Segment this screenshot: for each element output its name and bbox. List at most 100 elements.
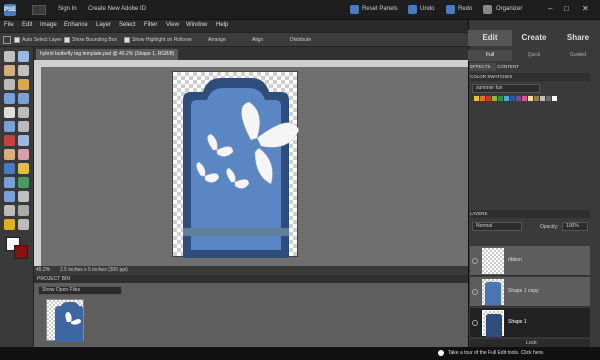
clone-stamp-tool-icon[interactable] bbox=[4, 149, 15, 160]
arrange-dropdown[interactable]: Arrange bbox=[208, 37, 226, 43]
menu-help[interactable]: Help bbox=[216, 22, 228, 28]
pencil-tool-icon[interactable] bbox=[18, 205, 29, 216]
document-canvas[interactable] bbox=[172, 71, 300, 258]
selection-brush-tool-icon[interactable] bbox=[18, 93, 29, 104]
marquee-tool-icon[interactable] bbox=[4, 79, 15, 90]
crop-tool-icon[interactable] bbox=[18, 107, 29, 118]
menu-window[interactable]: Window bbox=[186, 22, 207, 28]
project-bin: PROJECT BIN Show Open Files bbox=[34, 275, 468, 347]
redo-button[interactable]: Redo bbox=[458, 6, 472, 12]
color-swatch[interactable] bbox=[492, 96, 497, 101]
color-swatch[interactable] bbox=[498, 96, 503, 101]
document-tab[interactable]: hybrid butterfly tag template.psd @ 45.2… bbox=[36, 49, 179, 60]
sign-in-link[interactable]: Sign In bbox=[58, 6, 77, 12]
color-swatch[interactable] bbox=[528, 96, 533, 101]
color-swatch[interactable] bbox=[546, 96, 551, 101]
menu-image[interactable]: Image bbox=[40, 22, 57, 28]
open-file-thumbnail[interactable] bbox=[46, 299, 84, 342]
content-aware-move-tool-icon[interactable] bbox=[18, 219, 29, 230]
menu-view[interactable]: View bbox=[166, 22, 179, 28]
color-swatch[interactable] bbox=[540, 96, 545, 101]
cookie-cutter-tool-icon[interactable] bbox=[4, 121, 15, 132]
color-swatch[interactable] bbox=[474, 96, 479, 101]
blend-mode-dropdown[interactable]: Normal bbox=[472, 222, 522, 231]
move-tool-icon[interactable] bbox=[4, 51, 15, 62]
color-swatch[interactable] bbox=[480, 96, 485, 101]
color-swatch[interactable] bbox=[522, 96, 527, 101]
tab-effects[interactable]: EFFECTS bbox=[470, 63, 496, 71]
color-swatch[interactable] bbox=[504, 96, 509, 101]
color-swatch[interactable] bbox=[516, 96, 521, 101]
mode-tab-share[interactable]: Share bbox=[556, 30, 600, 46]
background-color-swatch[interactable] bbox=[14, 245, 28, 259]
menu-file[interactable]: File bbox=[4, 22, 14, 28]
paint-bucket-tool-icon[interactable] bbox=[4, 177, 15, 188]
eraser-tool-icon[interactable] bbox=[18, 149, 29, 160]
workspace-dropdown[interactable] bbox=[32, 5, 46, 15]
auto-select-checkbox[interactable] bbox=[14, 37, 20, 43]
organizer-icon[interactable] bbox=[483, 5, 492, 14]
close-icon[interactable]: ✕ bbox=[582, 4, 589, 13]
maximize-icon[interactable]: □ bbox=[564, 4, 569, 13]
color-swatch[interactable] bbox=[486, 96, 491, 101]
smart-brush-tool-icon[interactable] bbox=[18, 163, 29, 174]
reset-panels-button[interactable]: Reset Panels bbox=[362, 6, 398, 12]
lasso-tool-icon[interactable] bbox=[18, 79, 29, 90]
menu-enhance[interactable]: Enhance bbox=[64, 22, 88, 28]
undo-icon[interactable] bbox=[408, 5, 417, 14]
mode-tab-edit[interactable]: Edit bbox=[468, 30, 512, 46]
type-tool-icon[interactable] bbox=[4, 107, 15, 118]
undo-button[interactable]: Undo bbox=[420, 6, 434, 12]
distribute-dropdown[interactable]: Distribute bbox=[290, 37, 311, 43]
align-dropdown[interactable]: Align bbox=[252, 37, 263, 43]
project-bin-title: PROJECT BIN bbox=[34, 275, 468, 283]
lightbulb-icon bbox=[438, 350, 444, 356]
organizer-button[interactable]: Organizer bbox=[496, 6, 522, 12]
shape-tool-icon[interactable] bbox=[4, 191, 15, 202]
tab-content[interactable]: CONTENT bbox=[497, 63, 527, 71]
highlight-checkbox[interactable] bbox=[124, 37, 130, 43]
menu-edit[interactable]: Edit bbox=[22, 22, 32, 28]
visibility-eye-icon[interactable] bbox=[472, 258, 478, 264]
zoom-tool-icon[interactable] bbox=[18, 51, 29, 62]
brush-tool-icon[interactable] bbox=[4, 163, 15, 174]
create-adobe-id-link[interactable]: Create New Adobe ID bbox=[88, 6, 146, 12]
red-eye-tool-icon[interactable] bbox=[4, 135, 15, 146]
minimize-icon[interactable]: – bbox=[548, 4, 552, 13]
straighten-tool-icon[interactable] bbox=[18, 121, 29, 132]
layer-row-shape-1[interactable]: Shape 1 bbox=[470, 308, 590, 338]
color-swatch[interactable] bbox=[552, 96, 557, 101]
mode-tab-create[interactable]: Create bbox=[512, 30, 556, 46]
opacity-input[interactable]: 100% bbox=[562, 222, 588, 231]
menu-select[interactable]: Select bbox=[119, 22, 136, 28]
menu-filter[interactable]: Filter bbox=[144, 22, 157, 28]
tour-hint-link[interactable]: Take a tour of the Full Edit tools. Clic… bbox=[448, 350, 544, 356]
project-bin-selector[interactable]: Show Open Files bbox=[38, 286, 122, 295]
eyedropper-tool-icon[interactable] bbox=[18, 65, 29, 76]
magic-wand-tool-icon[interactable] bbox=[4, 93, 15, 104]
menu-layer[interactable]: Layer bbox=[96, 22, 111, 28]
color-swatch[interactable] bbox=[510, 96, 515, 101]
layer-thumbnail bbox=[482, 279, 504, 305]
hand-tool-icon[interactable] bbox=[4, 65, 15, 76]
visibility-eye-icon[interactable] bbox=[472, 289, 478, 295]
layer-row-ribbon[interactable]: ribbon bbox=[470, 246, 590, 276]
gradient-tool-icon[interactable] bbox=[18, 177, 29, 188]
submode-guided[interactable]: Guided bbox=[556, 50, 600, 61]
zoom-level[interactable]: 45.2% bbox=[36, 267, 50, 273]
recompose-tool-icon[interactable] bbox=[4, 219, 15, 230]
submode-quick[interactable]: Quick bbox=[512, 50, 556, 61]
reset-panels-icon[interactable] bbox=[350, 5, 359, 14]
sponge-tool-icon[interactable] bbox=[4, 205, 15, 216]
blur-tool-icon[interactable] bbox=[18, 191, 29, 202]
color-swatches-title: COLOR SWATCHES bbox=[470, 73, 590, 81]
bounding-box-checkbox[interactable] bbox=[64, 37, 70, 43]
layer-row-shape-copy[interactable]: Shape 1 copy bbox=[470, 277, 590, 307]
color-swatch[interactable] bbox=[534, 96, 539, 101]
visibility-eye-icon[interactable] bbox=[472, 320, 478, 326]
redo-icon[interactable] bbox=[446, 5, 455, 14]
swatch-set-dropdown[interactable]: summer fun bbox=[472, 84, 540, 93]
submode-full[interactable]: Full bbox=[468, 50, 512, 61]
healing-brush-tool-icon[interactable] bbox=[18, 135, 29, 146]
layer-thumbnail bbox=[482, 248, 504, 274]
